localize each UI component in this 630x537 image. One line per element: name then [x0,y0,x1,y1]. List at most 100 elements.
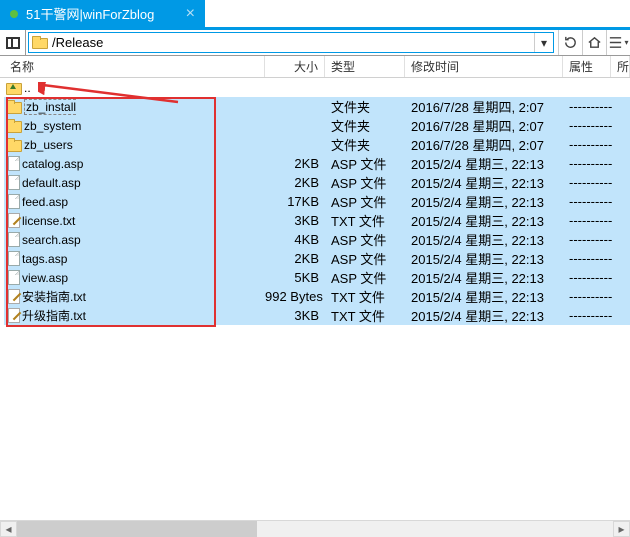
folder-icon [32,36,48,49]
file-name: feed.asp [22,195,68,209]
file-size: 2KB [265,251,325,266]
file-row[interactable]: tags.asp2KBASP 文件2015/2/4 星期三, 22:13----… [4,249,630,268]
connection-tab[interactable]: 51干警网|winForZblog × [0,0,205,27]
file-modified: 2015/2/4 星期三, 22:13 [405,287,563,306]
close-icon[interactable]: × [184,5,197,23]
file-row[interactable]: 安装指南.txt992 BytesTXT 文件2015/2/4 星期三, 22:… [4,287,630,306]
status-dot-icon [10,10,18,18]
file-type: ASP 文件 [325,249,405,268]
folder-icon [6,138,22,152]
file-modified: 2015/2/4 星期三, 22:13 [405,211,563,230]
file-type: ASP 文件 [325,154,405,173]
file-type: TXT 文件 [325,306,405,325]
file-row[interactable]: view.asp5KBASP 文件2015/2/4 星期三, 22:13----… [4,268,630,287]
file-type: ASP 文件 [325,173,405,192]
file-size: 4KB [265,232,325,247]
dropdown-icon[interactable]: ▾ [534,33,553,52]
folder-up-icon [6,81,22,95]
file-name: catalog.asp [22,157,83,171]
layout-icon [6,37,20,49]
file-type: 文件夹 [325,97,405,116]
file-name: zb_install [24,99,76,115]
file-size: 2KB [265,175,325,190]
file-attr: ---------- [563,213,611,228]
file-name: search.asp [22,233,81,247]
parent-dir-name: .. [24,81,31,95]
file-row[interactable]: zb_system 文件夹2016/7/28 星期四, 2:07---------… [4,116,630,135]
txt-file-icon [8,308,20,323]
file-attr: ---------- [563,232,611,247]
column-modified[interactable]: 修改时间 [405,56,563,77]
file-size: 3KB [265,213,325,228]
list-icon [608,35,623,50]
tab-title: 51干警网|winForZblog [26,4,176,23]
path-input[interactable]: /Release ▾ [28,32,554,53]
file-modified: 2015/2/4 星期三, 22:13 [405,306,563,325]
file-size: 17KB [265,194,325,209]
file-row[interactable]: catalog.asp2KBASP 文件2015/2/4 星期三, 22:13-… [4,154,630,173]
file-modified: 2015/2/4 星期三, 22:13 [405,268,563,287]
file-attr: ---------- [563,99,611,114]
refresh-icon [563,35,578,50]
file-type: ASP 文件 [325,192,405,211]
scroll-right-button[interactable]: ▸ [613,521,630,537]
file-name: default.asp [22,176,81,190]
toolbar: /Release ▾ ▾ [0,30,630,56]
file-attr: ---------- [563,308,611,323]
file-attr: ---------- [563,251,611,266]
file-row[interactable]: zb_users文件夹2016/7/28 星期四, 2:07---------- [4,135,630,154]
scroll-track[interactable] [17,521,613,537]
column-headers: 名称 大小 类型 修改时间 属性 所 [0,56,630,78]
file-type: ASP 文件 [325,230,405,249]
file-type: 文件夹 [325,116,405,135]
scroll-left-button[interactable]: ◂ [0,521,17,537]
file-attr: ---------- [563,156,611,171]
txt-file-icon [8,213,20,228]
scroll-thumb[interactable] [17,521,257,537]
layout-toggle-button[interactable] [0,30,26,55]
file-name: view.asp [22,271,68,285]
file-type: 文件夹 [325,135,405,154]
refresh-button[interactable] [558,30,582,55]
column-extra[interactable]: 所 [611,56,630,77]
toolbar-buttons: ▾ [558,30,630,55]
file-type: TXT 文件 [325,211,405,230]
file-icon [8,175,20,190]
file-row[interactable]: search.asp 4KBASP 文件2015/2/4 星期三, 22:13--… [4,230,630,249]
file-attr: ---------- [563,175,611,190]
file-row[interactable]: 升级指南.txt3KBTXT 文件2015/2/4 星期三, 22:13----… [4,306,630,325]
file-modified: 2016/7/28 星期四, 2:07 [405,135,563,154]
file-modified: 2015/2/4 星期三, 22:13 [405,230,563,249]
view-mode-button[interactable]: ▾ [606,30,630,55]
file-attr: ---------- [563,194,611,209]
file-attr: ---------- [563,270,611,285]
file-row[interactable]: feed.asp17KBASP 文件2015/2/4 星期三, 22:13---… [4,192,630,211]
horizontal-scrollbar[interactable]: ◂ ▸ [0,520,630,537]
file-row[interactable]: default.asp 2KBASP 文件2015/2/4 星期三, 22:13-… [4,173,630,192]
tab-bar: 51干警网|winForZblog × [0,0,630,30]
file-name: zb_users [24,138,73,152]
file-modified: 2015/2/4 星期三, 22:13 [405,154,563,173]
file-modified: 2016/7/28 星期四, 2:07 [405,116,563,135]
column-name[interactable]: 名称 [4,56,265,77]
column-size[interactable]: 大小 [265,56,325,77]
ftp-client-window: 51干警网|winForZblog × /Release ▾ ▾ 名称 大小 [0,0,630,537]
file-type: ASP 文件 [325,268,405,287]
folder-icon [6,100,22,114]
file-modified: 2016/7/28 星期四, 2:07 [405,97,563,116]
file-modified: 2015/2/4 星期三, 22:13 [405,173,563,192]
file-row[interactable]: license.txt3KBTXT 文件2015/2/4 星期三, 22:13-… [4,211,630,230]
home-button[interactable] [582,30,606,55]
folder-icon [6,119,22,133]
column-type[interactable]: 类型 [325,56,405,77]
file-name: zb_system [24,119,81,133]
file-attr: ---------- [563,118,611,133]
file-size: 992 Bytes [265,289,325,304]
file-modified: 2015/2/4 星期三, 22:13 [405,249,563,268]
parent-dir-row[interactable]: .. [4,78,630,97]
column-attr[interactable]: 属性 [563,56,611,77]
file-row[interactable]: zb_install 文件夹2016/7/28 星期四, 2:07--------… [4,97,630,116]
file-icon [8,194,20,209]
file-icon [8,251,20,266]
file-type: TXT 文件 [325,287,405,306]
